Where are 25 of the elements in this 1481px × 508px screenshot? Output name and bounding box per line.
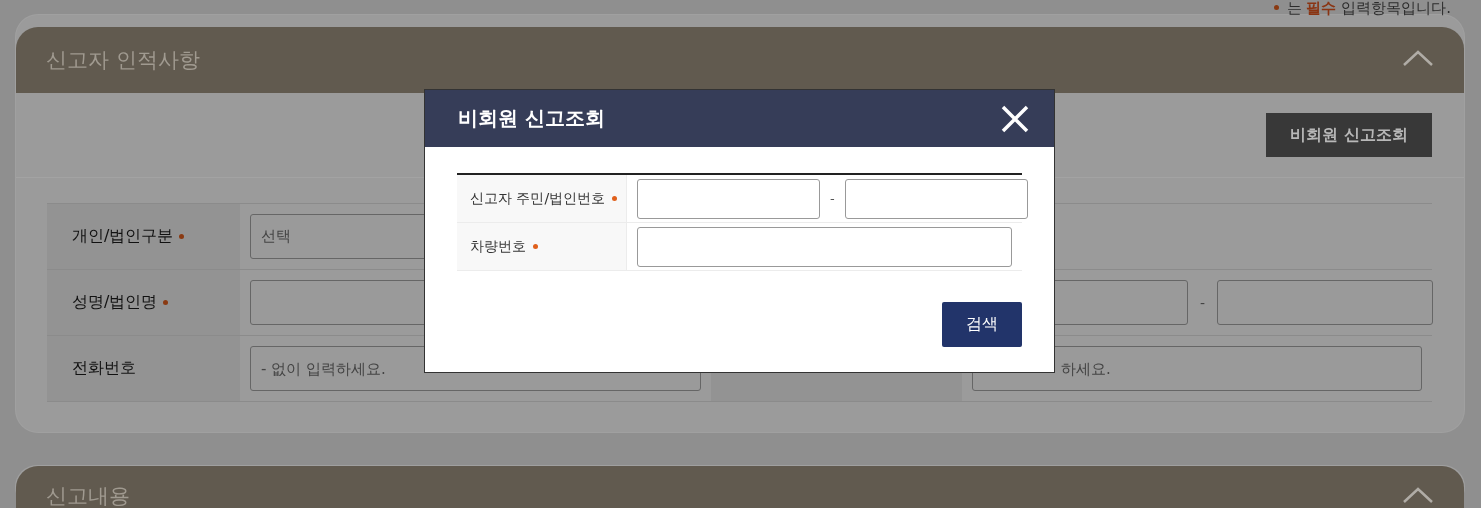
text-field[interactable] [637, 178, 820, 219]
guest-lookup-button[interactable]: 비회원 신고조회 [1266, 113, 1432, 157]
text-field[interactable] [637, 226, 1012, 267]
field-label: 차량번호 [470, 237, 538, 256]
section-title: 신고내용 [46, 484, 130, 508]
field-label: 신고자 주민/법인번호 [470, 189, 618, 208]
text-field[interactable] [1217, 280, 1434, 325]
dash-separator: - [1200, 294, 1206, 311]
field-label: 성명/법인명 [72, 292, 169, 313]
modal-title: 비회원 신고조회 [458, 105, 605, 132]
required-mark [163, 300, 169, 305]
dash-separator: - [830, 191, 835, 206]
required-mark [179, 234, 185, 239]
notice-text: 는 필수 입력항목입니다. [1286, 0, 1451, 15]
required-mark-icon [1273, 5, 1279, 10]
chevron-up-icon[interactable] [1402, 486, 1434, 504]
text-field[interactable] [844, 178, 1028, 219]
required-mark [612, 196, 618, 201]
close-icon[interactable] [1001, 104, 1029, 133]
required-mark [533, 244, 538, 249]
search-button[interactable]: 검색 [942, 302, 1022, 347]
section-title: 신고자 인적사항 [46, 47, 200, 74]
field-label: 개인/법인구분 [72, 226, 185, 247]
chevron-up-icon[interactable] [1402, 49, 1434, 67]
field-label: 전화번호 [72, 358, 136, 379]
